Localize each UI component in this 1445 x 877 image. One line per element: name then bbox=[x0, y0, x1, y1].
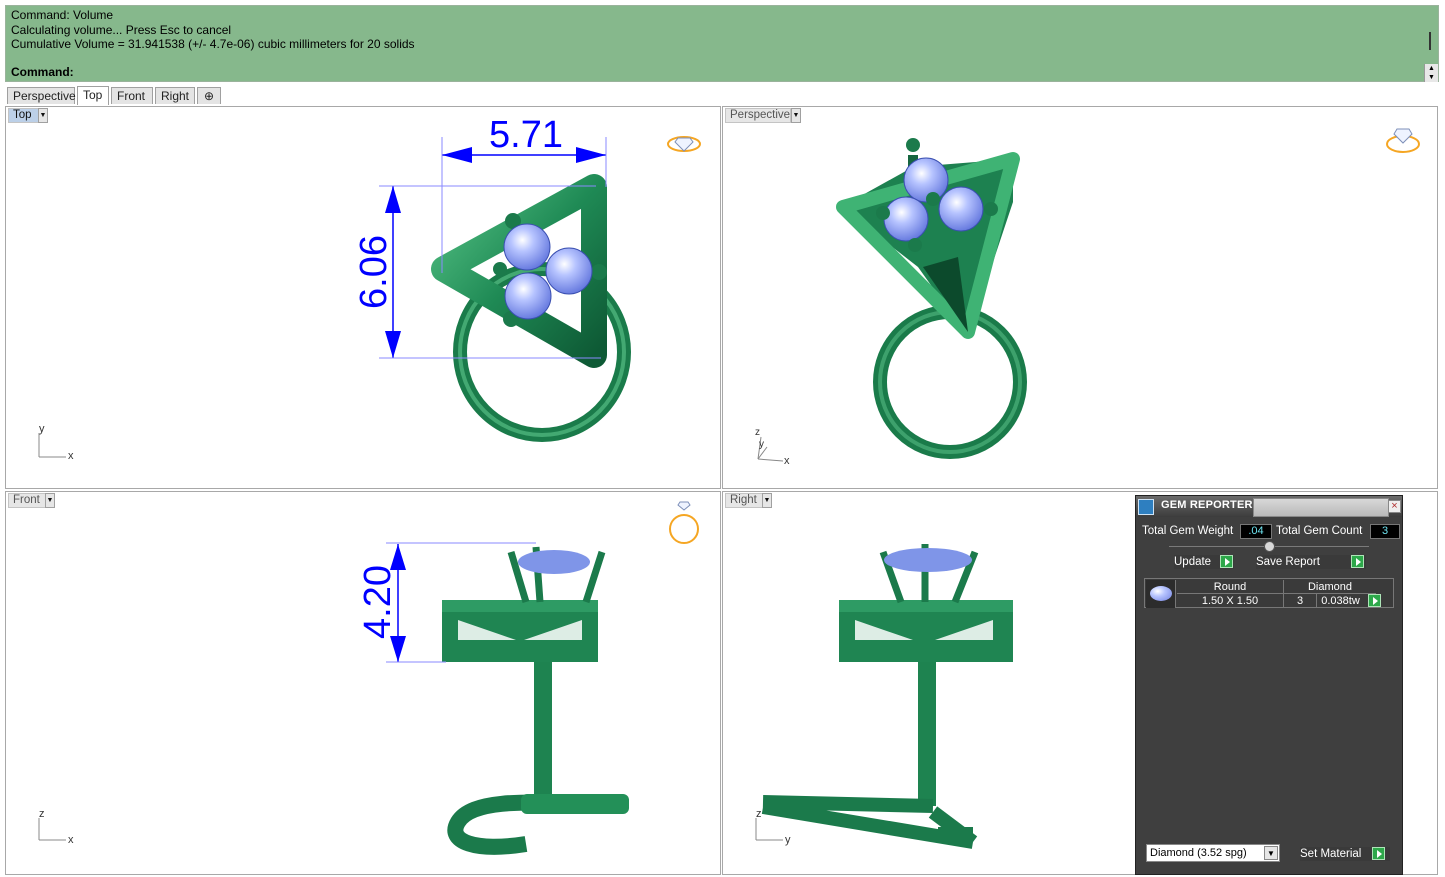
gem-shape: Round bbox=[1177, 580, 1284, 594]
tab-top[interactable]: Top bbox=[77, 86, 109, 105]
viewport-tab-bar: Perspective Top Front Right ⊕ bbox=[5, 86, 1439, 105]
gem-reporter-titlebar[interactable]: GEM REPORTER bbox=[1136, 496, 1402, 517]
gem-stone bbox=[884, 548, 972, 572]
axis-label: y bbox=[785, 834, 791, 846]
total-count-label: Total Gem Count bbox=[1276, 525, 1363, 537]
top-view-canvas: 5.71 6.06 y x bbox=[38, 114, 701, 462]
front-view-canvas: 4.20 z x bbox=[38, 501, 699, 855]
gem-reporter-logo-icon bbox=[1138, 499, 1154, 515]
command-history: Command: Volume Calculating volume... Pr… bbox=[11, 8, 1421, 64]
axis-label: z bbox=[756, 808, 762, 820]
axis-label: y bbox=[39, 423, 45, 435]
chevron-down-icon[interactable]: ▼ bbox=[791, 108, 801, 123]
ring-widget-icon[interactable] bbox=[669, 501, 699, 544]
gem-totals: Total Gem Weight .04 Total Gem Count 3 bbox=[1140, 523, 1402, 539]
perspective-view-canvas: z y x bbox=[755, 128, 1420, 467]
splitter-knob[interactable] bbox=[1264, 541, 1275, 552]
viewport-label-perspective[interactable]: Perspective bbox=[725, 108, 791, 123]
gem-reporter-title: GEM REPORTER bbox=[1161, 499, 1253, 511]
command-history-line: Calculating volume... Press Esc to cance… bbox=[11, 22, 232, 37]
play-icon[interactable] bbox=[1351, 555, 1364, 568]
command-spinner[interactable]: ▲ ▼ bbox=[1424, 64, 1438, 82]
chevron-down-icon[interactable]: ▼ bbox=[1264, 846, 1278, 860]
add-tab-icon[interactable]: ⊕ bbox=[197, 87, 221, 104]
prong bbox=[493, 262, 507, 276]
gem-stone bbox=[903, 157, 949, 203]
spin-down-icon[interactable]: ▼ bbox=[1425, 73, 1438, 82]
shank-post bbox=[534, 660, 552, 800]
gem-size: 1.50 X 1.50 bbox=[1177, 594, 1284, 608]
dimension-height-label: 6.06 bbox=[353, 235, 395, 309]
chevron-down-icon[interactable]: ▼ bbox=[762, 493, 772, 508]
chevron-down-icon[interactable]: ▼ bbox=[38, 108, 48, 123]
viewport-front[interactable]: 4.20 z x Front ▼ bbox=[5, 491, 721, 875]
material-select-value: Diamond (3.52 spg) bbox=[1150, 847, 1247, 859]
play-icon[interactable] bbox=[1368, 594, 1381, 607]
tab-right[interactable]: Right bbox=[155, 87, 195, 104]
gem-stone bbox=[503, 223, 551, 271]
gem-stone bbox=[518, 550, 590, 574]
viewport-label-front[interactable]: Front bbox=[8, 493, 48, 508]
axis-label: z bbox=[39, 808, 45, 820]
shank-post bbox=[918, 660, 936, 806]
gem-stone bbox=[883, 196, 929, 242]
scrollbar-thumb[interactable] bbox=[1429, 32, 1431, 50]
command-area: Command: Volume Calculating volume... Pr… bbox=[5, 5, 1439, 82]
prong bbox=[591, 264, 607, 280]
gem-stone bbox=[938, 186, 984, 232]
total-count-value: 3 bbox=[1370, 524, 1400, 539]
dimension-width-label: 5.71 bbox=[489, 114, 563, 156]
command-history-line: Command: Volume bbox=[11, 8, 114, 22]
close-icon[interactable]: × bbox=[1388, 500, 1401, 513]
spin-up-icon[interactable]: ▲ bbox=[1425, 64, 1438, 73]
tab-front[interactable]: Front bbox=[111, 87, 153, 104]
viewport-top[interactable]: 5.71 6.06 y x Top ▼ bbox=[5, 106, 721, 489]
axis-label: y bbox=[759, 439, 764, 450]
viewport-label-right[interactable]: Right bbox=[725, 493, 765, 508]
viewport-label-top[interactable]: Top bbox=[8, 108, 40, 123]
material-select[interactable]: Diamond (3.52 spg) ▼ bbox=[1146, 844, 1280, 862]
gem-weight: 0.038tw bbox=[1321, 595, 1360, 607]
total-weight-value: .04 bbox=[1240, 524, 1272, 539]
viewport-perspective[interactable]: z y x Perspective ▼ bbox=[722, 106, 1438, 489]
chevron-down-icon[interactable]: ▼ bbox=[45, 493, 55, 508]
axis-label: x bbox=[784, 455, 790, 467]
total-weight-label: Total Gem Weight bbox=[1142, 525, 1234, 537]
gem-reporter-panel: GEM REPORTER × Total Gem Weight .04 Tota… bbox=[1135, 495, 1403, 875]
save-report-button[interactable]: Save Report bbox=[1256, 555, 1366, 569]
axis-label: x bbox=[68, 450, 74, 462]
gem-table: Round Diamond 1.50 X 1.50 3 0.038tw bbox=[1144, 578, 1394, 608]
command-history-scrollbar[interactable] bbox=[1424, 6, 1438, 64]
dimension-height-label: 4.20 bbox=[357, 565, 399, 639]
gem-material: Diamond bbox=[1284, 580, 1376, 594]
ring-widget-icon[interactable] bbox=[667, 136, 701, 152]
gem-count: 3 bbox=[1284, 594, 1317, 608]
ring-widget-icon[interactable] bbox=[1386, 128, 1420, 153]
round-gem-icon bbox=[1150, 586, 1172, 601]
command-prompt[interactable]: Command: bbox=[11, 65, 1421, 79]
gem-stone bbox=[545, 247, 593, 295]
axis-label: z bbox=[755, 427, 760, 438]
play-icon[interactable] bbox=[1220, 555, 1233, 568]
tab-perspective[interactable]: Perspective bbox=[7, 87, 76, 104]
gem-thumbnail bbox=[1146, 580, 1176, 608]
play-icon[interactable] bbox=[1372, 847, 1385, 860]
gem-stone bbox=[504, 272, 552, 320]
command-history-line: Cumulative Volume = 31.941538 (+/- 4.7e-… bbox=[11, 37, 415, 51]
axis-label: x bbox=[68, 834, 74, 846]
